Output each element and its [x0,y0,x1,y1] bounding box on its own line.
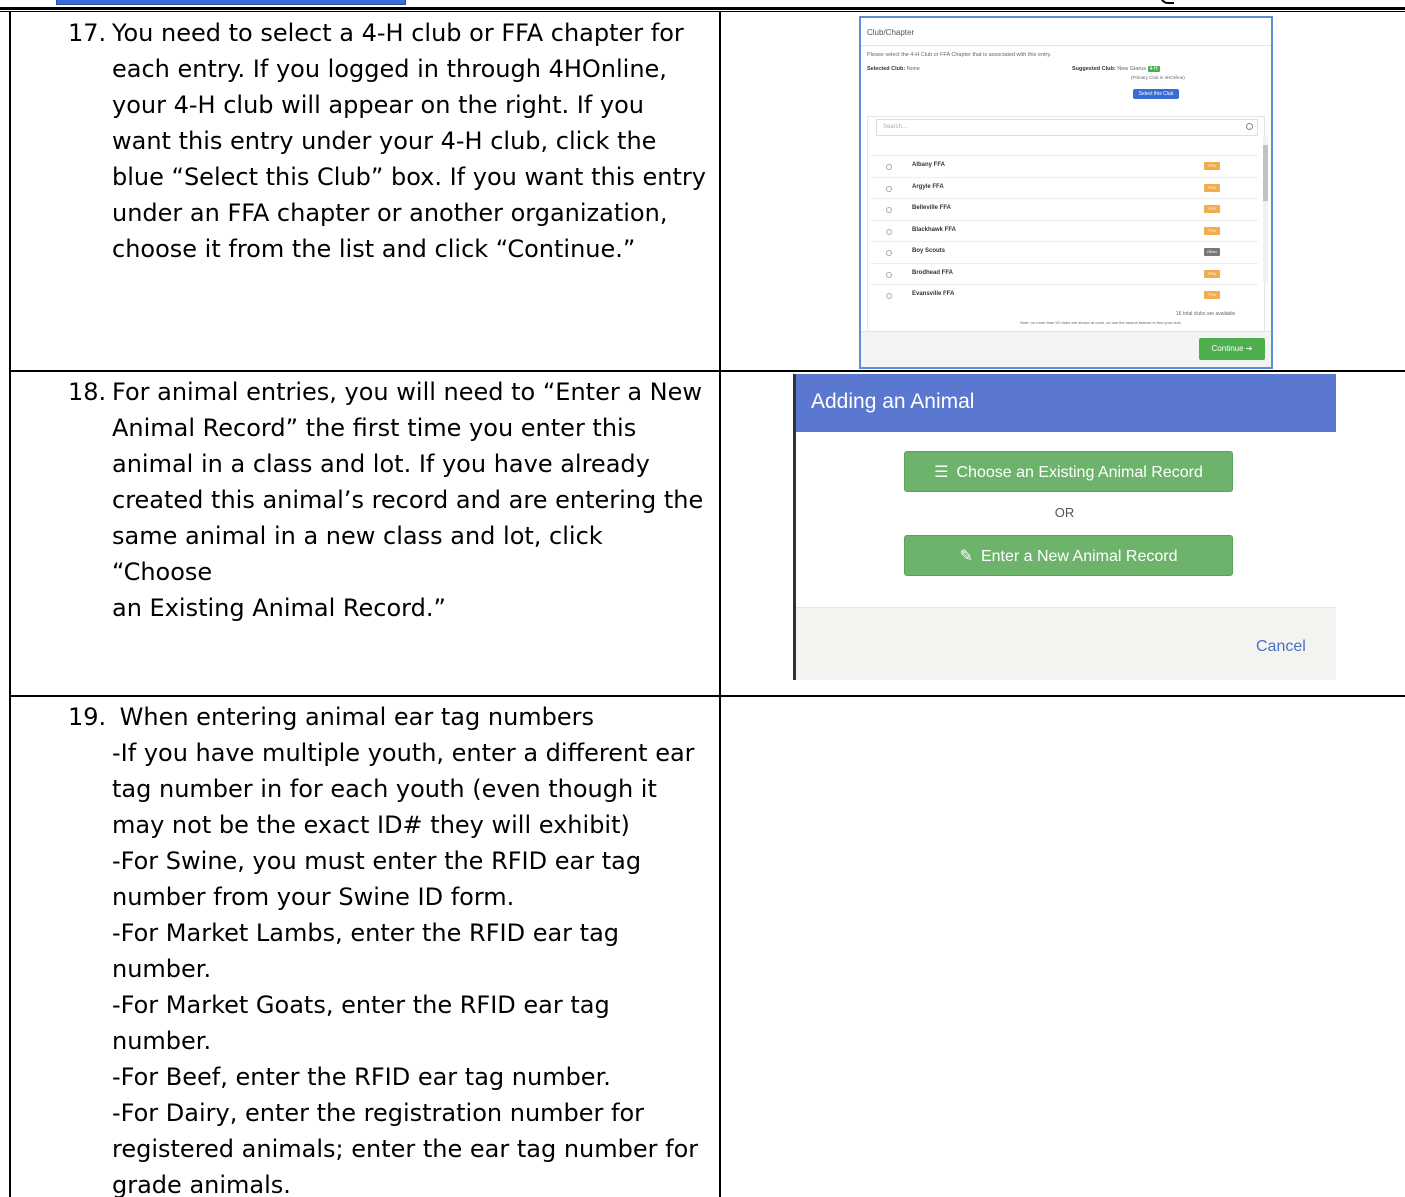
step-line: Animal Record” the first time you enter … [112,414,637,442]
step-line: 19. When entering animal ear tag numbers [68,699,708,735]
header-tab-decoration [56,0,406,5]
step-line: number. [112,1027,212,1055]
club-name: Brodhead FFA [912,269,954,276]
suggested-club-line: Suggested Club: New Glarus 4-H [1072,66,1160,72]
step-line: -For Beef, enter the RFID ear tag number… [112,1063,611,1091]
arrow-right-circle-icon: ➔ [1245,344,1253,353]
club-list-item[interactable]: Blackhawk FFA FFA [870,219,1258,241]
step-19-text: 19. When entering animal ear tag numbers… [68,699,708,1197]
radio-button[interactable] [886,271,892,278]
header-rule-thin [0,11,1405,12]
step-line: number from your Swine ID form. [112,883,515,911]
step-number: 19. [68,703,107,731]
table-row-divider-1 [9,370,1405,372]
radio-button[interactable] [886,228,892,235]
club-type-badge: FFA [1204,183,1220,192]
club-type-badge: FFA [1204,291,1220,299]
scrollbar-thumb[interactable] [1263,145,1268,201]
adding-animal-footer: Cancel [796,607,1336,680]
4h-badge: 4-H [1147,66,1160,72]
club-chapter-screenshot: Club/Chapter Please select the 4-H Club … [859,16,1273,369]
list-icon: ☰ [934,464,949,481]
step-line: grade animals. [112,1171,291,1197]
club-list-item[interactable]: Evansville FFA FFA [870,284,1258,305]
club-modal-instruction: Please select the 4-H Club or FFA Chapte… [867,52,1052,58]
club-list-scrollbar[interactable] [1263,137,1268,283]
step-line: same animal in a new class and lot, clic… [112,522,603,586]
step-18-text: 18. For animal entries, you will need to … [68,374,708,626]
step-line: animal in a class and lot. If you have a… [112,450,650,478]
cancel-link[interactable]: Cancel [1256,638,1306,656]
adding-animal-title: Adding an Animal [796,374,1336,432]
step-number: 18. [68,378,107,406]
club-limit-note: Note: no more than 50 clubs are shown at… [1020,320,1182,325]
step-line: -For Market Lambs, enter the RFID ear ta… [112,919,620,947]
step-line-text: For animal entries, you will need to “En… [112,378,703,406]
club-list-item[interactable]: Albany FFA FFA [870,155,1258,176]
radio-button[interactable] [886,250,892,256]
step-line: each entry. If you logged in through 4HO… [112,55,667,83]
step-line: choose it from the list and click “Conti… [112,235,636,263]
club-type-badge: FFA [1204,205,1220,213]
club-list-panel: Search... Albany FFA FFA Argyle FFA FFA Bell… [867,116,1268,332]
step-line-text: When entering animal ear tag numbers [112,703,595,731]
step-line: an Existing Animal Record.” [112,594,446,622]
total-clubs-note: 16 total clubs are available [1176,311,1236,317]
step-line: -For Swine, you must enter the RFID ear … [112,847,642,875]
club-type-badge: Other [1204,248,1220,256]
step-line: 17. You need to select a 4-H club or FFA … [68,15,708,51]
step-line: want this entry under your 4-H club, cli… [112,127,657,155]
club-list-item[interactable]: Boy Scouts Other [870,241,1258,262]
selected-club-line: Selected Club: None [867,66,920,72]
step-line: created this animal’s record and are ent… [112,486,704,514]
club-list-item[interactable]: Belleville FFA FFA [870,198,1258,219]
choose-existing-animal-button[interactable]: ☰ Choose an Existing Animal Record [904,451,1233,492]
step-line: tag number in for each youth (even thoug… [112,775,657,803]
pencil-icon: ✎ [959,548,973,565]
club-modal-title: Club/Chapter [861,18,1271,46]
step-line: number. [112,955,212,983]
radio-button[interactable] [886,164,892,170]
club-type-badge: FFA [1204,269,1220,278]
club-name: Albany FFA [912,162,946,168]
enter-new-animal-button[interactable]: ✎ Enter a New Animal Record [904,535,1233,576]
step-line-text: You need to select a 4-H club or FFA cha… [112,19,684,47]
club-name: Belleville FFA [912,205,952,211]
select-this-club-button[interactable]: Select this Club [1133,89,1179,99]
search-icon [1246,123,1253,130]
club-type-badge: FFA [1204,162,1220,170]
step-line: -For Market Goats, enter the RFID ear ta… [112,991,610,1019]
suggested-club-note: (Primary Club in 4HOnline) [1131,75,1185,80]
step-line: under an FFA chapter or another organiza… [112,199,668,227]
step-line: -For Dairy, enter the registration numbe… [112,1099,645,1127]
step-line: registered animals; enter the ear tag nu… [112,1135,699,1163]
club-name: Evansville FFA [912,291,955,297]
table-border-middle [719,12,721,1197]
step-line: may not be the exact ID# they will exhib… [112,811,630,839]
continue-button[interactable]: Continue ➔ [1199,338,1265,360]
adding-animal-screenshot: Adding an Animal ☰ Choose an Existing Ani… [793,374,1336,680]
header-letter-fragment [1160,0,1174,4]
club-list-item[interactable]: Brodhead FFA FFA [870,262,1258,284]
club-modal-footer: Continue ➔ [861,331,1271,367]
radio-button[interactable] [886,207,892,213]
radio-button[interactable] [886,185,892,192]
club-list-item[interactable]: Argyle FFA FFA [870,176,1258,198]
club-type-badge: FFA [1204,226,1220,235]
step-line: blue “Select this Club” box. If you want… [112,163,706,191]
club-name: Argyle FFA [912,183,944,190]
header-rule [0,7,1405,10]
step-line: -If you have multiple youth, enter a dif… [112,739,695,767]
radio-button[interactable] [886,293,892,299]
table-row-divider-2 [9,695,1405,697]
step-number: 17. [68,19,107,47]
club-name: Blackhawk FFA [912,226,957,233]
table-border-left [9,12,11,1197]
or-separator: OR [1054,505,1075,520]
step-line: 18. For animal entries, you will need to … [68,374,708,410]
club-name: Boy Scouts [912,248,946,254]
step-17-text: 17. You need to select a 4-H club or FFA … [68,15,708,267]
step-line: your 4-H club will appear on the right. … [112,91,644,119]
club-search-input[interactable]: Search... [876,119,1258,136]
